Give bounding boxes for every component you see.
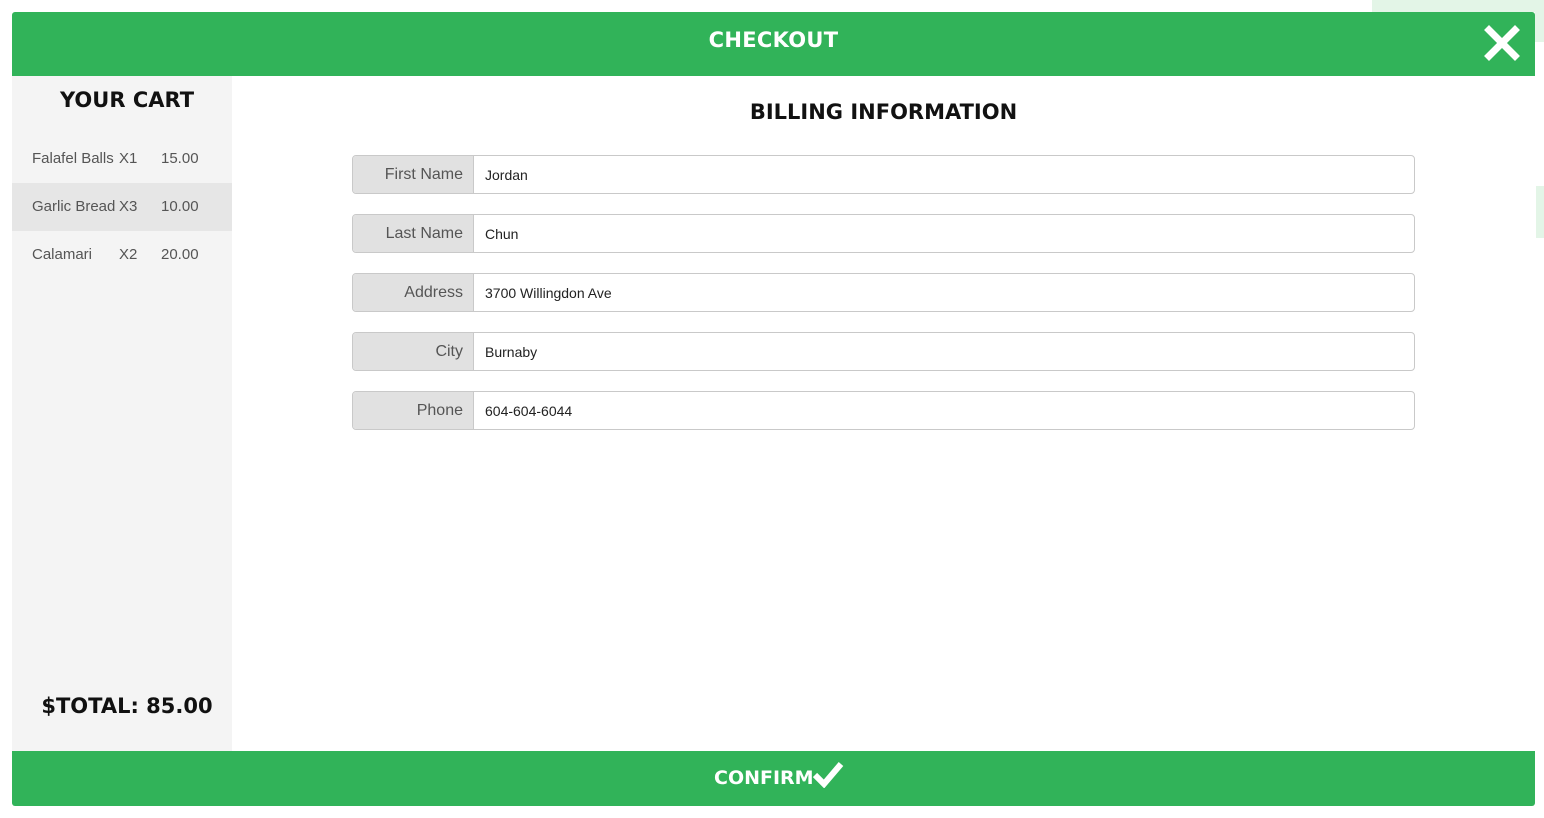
last-name-label: Last Name xyxy=(353,215,474,252)
city-field: City xyxy=(352,332,1415,371)
cart-item-name: Calamari xyxy=(32,246,93,263)
cart-sidebar: YOUR CART Falafel Balls X1 15.00 Garlic … xyxy=(12,76,232,751)
last-name-input[interactable] xyxy=(474,215,1414,252)
last-name-field: Last Name xyxy=(352,214,1415,253)
cart-item: Garlic Bread X3 10.00 xyxy=(12,183,232,231)
first-name-field: First Name xyxy=(352,155,1415,194)
checkout-header: CHECKOUT xyxy=(12,12,1535,76)
first-name-label: First Name xyxy=(353,156,474,193)
phone-label: Phone xyxy=(353,392,474,429)
cart-list: Falafel Balls X1 15.00 Garlic Bread X3 1… xyxy=(12,135,232,279)
background-overlay-hint-side xyxy=(1536,186,1544,238)
cart-item: Calamari X2 20.00 xyxy=(12,231,232,279)
cart-item-qty: X3 xyxy=(119,198,138,215)
billing-form: First Name Last Name Address City Phone xyxy=(352,155,1415,450)
address-input[interactable] xyxy=(474,274,1414,311)
first-name-input[interactable] xyxy=(474,156,1414,193)
confirm-button[interactable]: CONFIRM xyxy=(12,751,1535,806)
address-field: Address xyxy=(352,273,1415,312)
cart-item: Falafel Balls X1 15.00 xyxy=(12,135,232,183)
checkout-modal: CHECKOUT YOUR CART Falafel Balls X1 15.0… xyxy=(12,12,1535,806)
confirm-label: CONFIRM xyxy=(714,767,814,789)
close-icon xyxy=(1484,25,1520,61)
cart-item-qty: X1 xyxy=(119,150,138,167)
cart-total: $TOTAL: 85.00 xyxy=(41,694,213,718)
cart-item-name: Falafel Balls xyxy=(32,150,114,167)
checkmark-icon xyxy=(812,762,844,788)
cart-item-price: 20.00 xyxy=(161,246,199,263)
cart-item-name: Garlic Bread xyxy=(32,198,116,215)
city-input[interactable] xyxy=(474,333,1414,370)
city-label: City xyxy=(353,333,474,370)
cart-item-qty: X2 xyxy=(119,246,138,263)
cart-item-price: 15.00 xyxy=(161,150,199,167)
cart-item-price: 10.00 xyxy=(161,198,199,215)
phone-input[interactable] xyxy=(474,392,1414,429)
phone-field: Phone xyxy=(352,391,1415,430)
address-label: Address xyxy=(353,274,474,311)
close-button[interactable] xyxy=(1483,24,1521,62)
checkout-title: CHECKOUT xyxy=(708,28,839,52)
billing-title: BILLING INFORMATION xyxy=(749,100,1018,124)
cart-title: YOUR CART xyxy=(59,88,195,112)
